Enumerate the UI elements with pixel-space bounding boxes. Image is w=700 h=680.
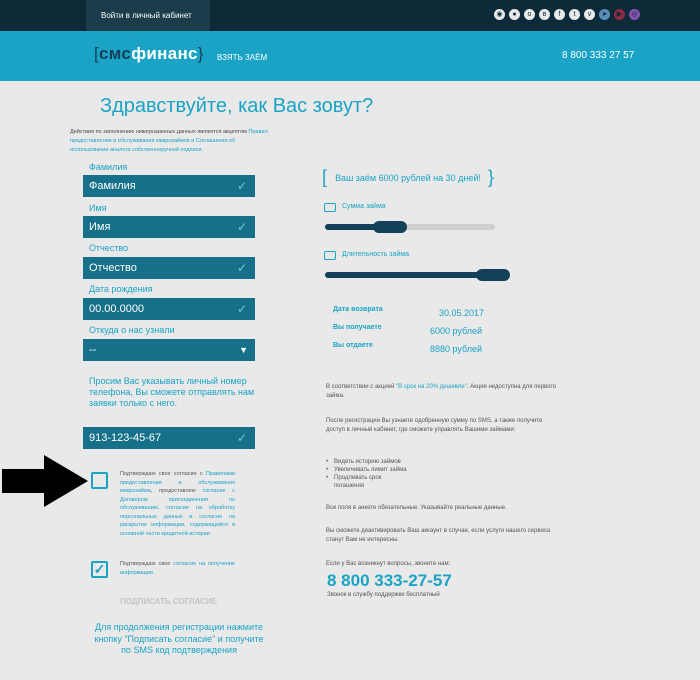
source-select[interactable]: -- ▼ [83, 339, 255, 361]
return-date-value: 30.05.2017 [439, 308, 485, 318]
loan-summary-box: [Ваш заём 6000 рублей на 30 дней!} [322, 167, 494, 187]
login-link[interactable]: Войти в личный кабинет [86, 0, 210, 31]
birthdate-field[interactable]: 00.00.0000 ✓ [83, 298, 255, 320]
middlename-field[interactable]: Отчество ✓ [83, 257, 255, 279]
support-phone[interactable]: 8 800 333-27-57 [327, 571, 452, 591]
check-icon: ✓ [236, 179, 247, 193]
vk-icon[interactable]: в [539, 9, 550, 20]
amount-slider-handle[interactable] [372, 221, 407, 233]
term-slider-handle[interactable] [476, 269, 510, 281]
intro-text: Действия по заполнению нижеуказанных дан… [70, 129, 268, 153]
logo[interactable]: [смсфинанс} [94, 44, 204, 64]
twitter-icon[interactable]: t [569, 9, 580, 20]
pay-value: 8880 рублей [430, 344, 483, 354]
firstname-label: Имя [89, 203, 107, 213]
youtube-icon[interactable]: ▶ [614, 9, 625, 20]
consent-checkbox-info[interactable]: ✓ [91, 561, 108, 578]
check-icon: ✓ [236, 261, 247, 275]
page-title: Здравствуйте, как Вас зовут? [100, 95, 374, 117]
check-icon: ✓ [236, 431, 247, 445]
chevron-down-icon: ▼ [239, 345, 248, 355]
money-icon [324, 203, 336, 212]
list-item: Увеличивать лимит займа [326, 466, 407, 474]
android-icon[interactable]: ◉ [494, 9, 505, 20]
firstname-field[interactable]: Имя ✓ [83, 216, 255, 238]
list-item: Продлевать срок погашения [326, 474, 406, 490]
social-icons: ◉ ● о в f t v ➤ ▶ ◎ [494, 9, 640, 20]
consent-checkbox-rules[interactable] [91, 472, 108, 489]
nav-take-loan[interactable]: ВЗЯТЬ ЗАЁМ [217, 53, 267, 62]
pay-label: Вы отдаете [333, 342, 373, 349]
telegram-icon[interactable]: ➤ [599, 9, 610, 20]
amount-label: Сумма займа [342, 203, 386, 210]
middlename-label: Отчество [89, 243, 129, 253]
birthdate-label: Дата рождения [89, 284, 153, 294]
deactivate-text: Вы сможете деактивировать Ваш аккаунт в … [326, 528, 551, 543]
promo-link[interactable]: "В срок на 20% дешевле" [396, 384, 467, 390]
term-label: Длительность займа [342, 251, 410, 258]
phone-field[interactable]: 913-123-45-67 ✓ [83, 427, 255, 449]
consent-rules-text: Подтверждаю свое согласие с Правилами пр… [120, 471, 235, 537]
header-phone[interactable]: 8 800 333 27 57 [562, 50, 634, 61]
sign-instructions: Для продолжения регистрации нажмите кноп… [94, 622, 264, 655]
sign-consent-button[interactable]: ПОДПИСАТЬ СОГЛАСИЕ [120, 597, 217, 606]
pointer-arrow-icon [2, 455, 88, 507]
list-item: Видеть историю займов [326, 458, 407, 466]
questions-text: Если у Вас возникнут вопросы, звоните на… [326, 561, 451, 567]
receive-value: 6000 рублей [430, 326, 483, 336]
check-icon: ✓ [236, 220, 247, 234]
phone-note: Просим Вас указывать личный номер телефо… [89, 376, 255, 408]
odnoklassniki-icon[interactable]: о [524, 9, 535, 20]
return-date-label: Дата возврата [333, 306, 383, 313]
receive-label: Вы получаете [333, 324, 382, 331]
facebook-icon[interactable]: f [554, 9, 565, 20]
source-label: Откуда о нас узнали [89, 325, 175, 335]
after-registration-text: После регистрации Вы узнаете одобренную … [326, 418, 543, 433]
promo-text: В соответствии с акцией "В срок на 20% д… [326, 384, 556, 399]
header: [смсфинанс} ВЗЯТЬ ЗАЁМ 8 800 333 27 57 [0, 31, 700, 81]
amount-slider-track[interactable] [325, 224, 495, 230]
data-consent-link[interactable]: согласие с Договором присоединения по об… [120, 488, 235, 537]
check-icon: ✓ [236, 302, 247, 316]
viber-icon[interactable]: v [584, 9, 595, 20]
benefits-list: Видеть историю займов Увеличивать лимит … [326, 458, 407, 490]
apple-icon[interactable]: ● [509, 9, 520, 20]
top-bar: Войти в личный кабинет ◉ ● о в f t v ➤ ▶… [0, 0, 700, 31]
calendar-icon [324, 251, 336, 260]
consent-info-text: Подтверждаю свое согласие на получение и… [120, 561, 235, 576]
lastname-field[interactable]: Фамилия ✓ [83, 175, 255, 197]
loan-summary: Ваш заём 6000 рублей на 30 дней! [335, 173, 481, 183]
required-fields-text: Все поля в анкете обязательные. Указывай… [326, 505, 507, 511]
instagram-icon[interactable]: ◎ [629, 9, 640, 20]
support-phone-note: Звонок в службу поддержки бесплатный [327, 592, 440, 598]
lastname-label: Фамилия [89, 162, 128, 172]
